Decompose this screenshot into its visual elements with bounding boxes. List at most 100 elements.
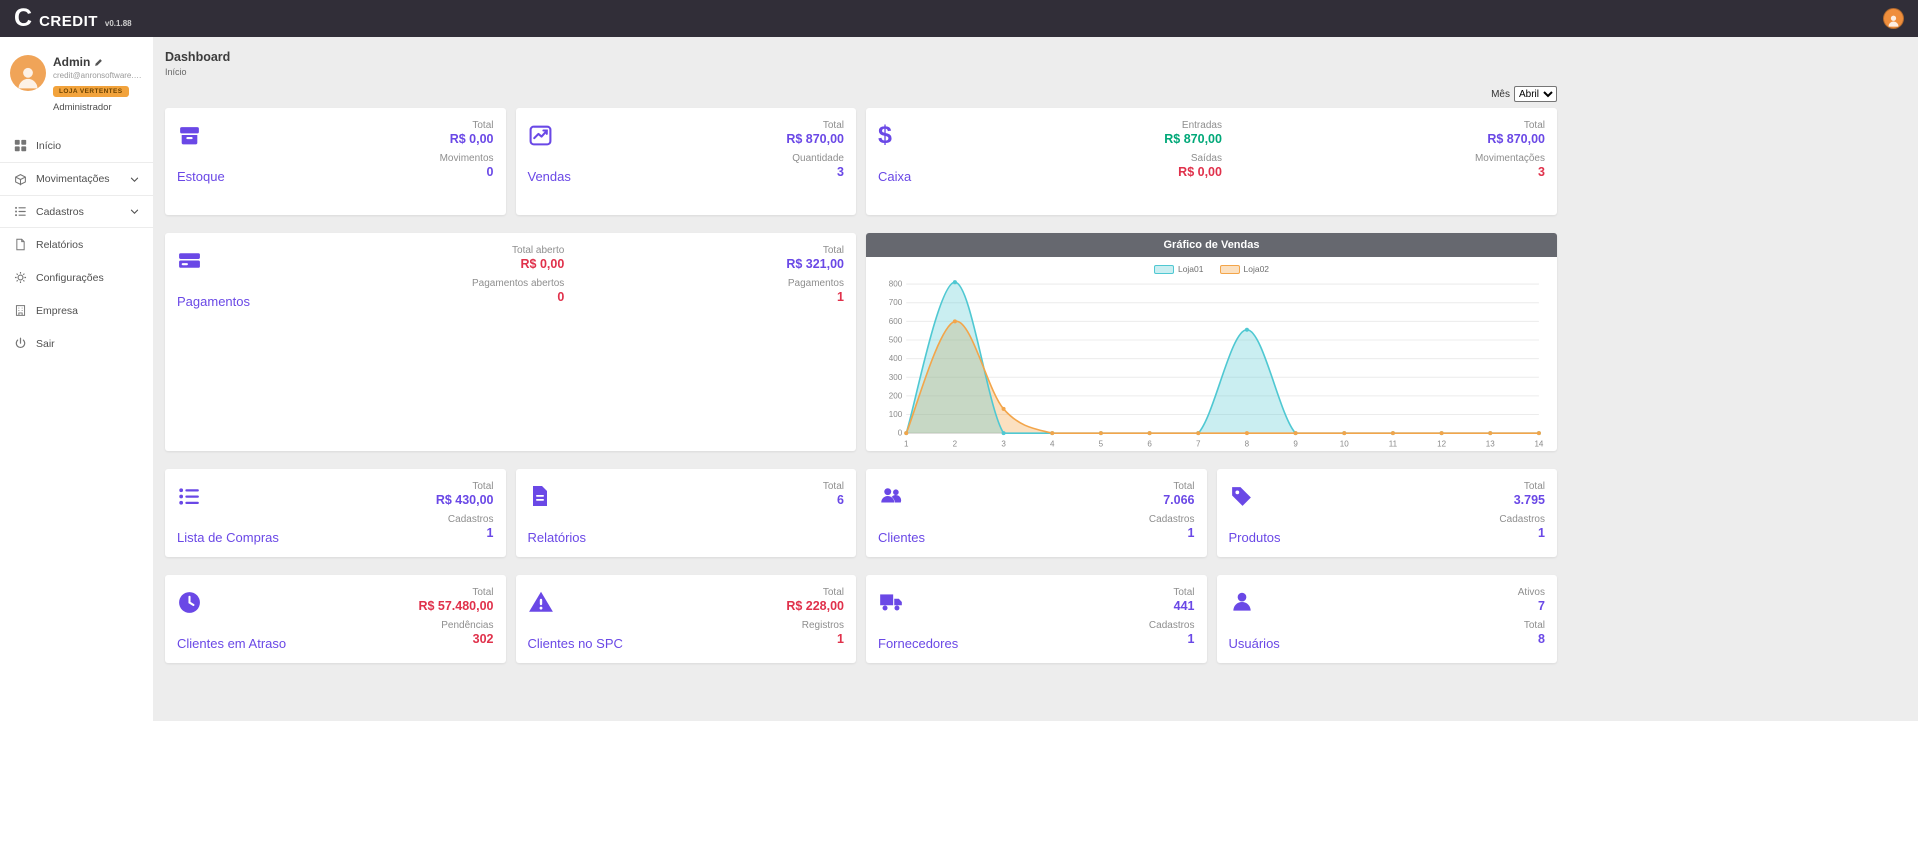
sidebar-item-inicio[interactable]: Início: [0, 129, 153, 162]
creditcard-icon: [177, 245, 250, 275]
legend-item-loja02[interactable]: Loja02: [1220, 264, 1270, 274]
stat-label: Total: [418, 587, 493, 598]
sidebar: Admin credit@anronsoftware.co... LOJA VE…: [0, 37, 153, 867]
svg-text:400: 400: [889, 354, 903, 363]
cards-row-4: Clientes em AtrasoTotalR$ 57.480,00Pendê…: [165, 575, 1557, 663]
svg-text:11: 11: [1389, 439, 1398, 448]
users-icon: [878, 481, 925, 511]
month-label: Mês: [1491, 89, 1510, 100]
stat-label: Movimentações: [1475, 153, 1545, 164]
sidebar-item-empresa[interactable]: Empresa: [0, 294, 153, 327]
stat-column: TotalR$ 870,00Quantidade3: [768, 120, 844, 179]
sidebar-item-label: Configurações: [36, 272, 104, 284]
stat-label: Pagamentos abertos: [472, 278, 564, 289]
card-title[interactable]: Produtos: [1229, 530, 1281, 545]
stat-value: 0: [440, 165, 494, 179]
sales-chart-card: Gráfico de Vendas Loja01 Loja02: [866, 233, 1557, 451]
user-name: Admin: [53, 55, 90, 69]
listsm-icon: [13, 205, 27, 218]
stat-label: Total: [1149, 481, 1195, 492]
edit-profile-icon[interactable]: [94, 58, 103, 67]
topbar: C CREDIT v0.1.88: [0, 0, 1918, 37]
dashboard-content: Dashboard Início Mês Abril EstoqueTotalR…: [153, 37, 1918, 721]
stat-value: 302: [418, 632, 493, 646]
svg-text:14: 14: [1534, 439, 1543, 448]
stat-column: Total7.066Cadastros1: [1131, 481, 1195, 540]
sidebar-item-label: Sair: [36, 338, 55, 350]
chart-icon: [528, 120, 571, 150]
svg-text:12: 12: [1437, 439, 1446, 448]
stat-label: Quantidade: [786, 153, 844, 164]
card-clientes: Clientes Total7.066Cadastros1: [866, 469, 1207, 557]
card-title[interactable]: Clientes em Atraso: [177, 636, 286, 651]
card-usuarios: UsuáriosAtivos7Total8: [1217, 575, 1558, 663]
user-icon: [1229, 587, 1280, 617]
stat-column: TotalR$ 0,00Movimentos0: [422, 120, 494, 179]
stat-value: 1: [436, 526, 494, 540]
sidebar-item-configuracoes[interactable]: Configurações: [0, 261, 153, 294]
card-title[interactable]: Usuários: [1229, 636, 1280, 651]
sales-chart-body: Loja01 Loja02 01002003004005006007008001…: [866, 257, 1557, 451]
stat-value: R$ 0,00: [472, 257, 564, 271]
card-title[interactable]: Clientes: [878, 530, 925, 545]
sidebar-item-movimentacoes[interactable]: Movimentações: [0, 162, 153, 195]
svg-text:300: 300: [889, 373, 903, 382]
stat-value: 1: [1149, 632, 1195, 646]
sidebar-item-label: Relatórios: [36, 239, 83, 251]
building-icon: [13, 304, 27, 317]
stat-value: 1: [786, 632, 844, 646]
sales-line-chart: 0100200300400500600700800123456789101112…: [876, 276, 1547, 449]
stat-label: Total: [786, 120, 844, 131]
stat-label: Total: [1518, 620, 1545, 631]
sidebar-item-cadastros[interactable]: Cadastros: [0, 195, 153, 228]
stat-value: R$ 870,00: [1164, 132, 1222, 146]
card-title[interactable]: Fornecedores: [878, 636, 958, 651]
legend-item-loja01[interactable]: Loja01: [1154, 264, 1204, 274]
stat-label: Pendências: [418, 620, 493, 631]
stat-value: 3.795: [1499, 493, 1545, 507]
card-title[interactable]: Estoque: [177, 169, 225, 184]
app-version: v0.1.88: [105, 19, 132, 28]
svg-text:5: 5: [1099, 439, 1104, 448]
stat-label: Cadastros: [1149, 620, 1195, 631]
stat-value: 7: [1518, 599, 1545, 613]
stat-column: Total3.795Cadastros1: [1481, 481, 1545, 540]
filesm-icon: [13, 238, 27, 251]
user-avatar[interactable]: [1883, 8, 1904, 29]
card-title[interactable]: Pagamentos: [177, 294, 250, 309]
month-select[interactable]: Abril: [1514, 86, 1557, 102]
stat-label: Entradas: [1164, 120, 1222, 131]
stat-label: Total: [1475, 120, 1545, 131]
stat-label: Total: [823, 481, 844, 492]
stat-label: Cadastros: [1149, 514, 1195, 525]
stat-value: 6: [823, 493, 844, 507]
card-title[interactable]: Caixa: [878, 169, 911, 184]
svg-text:1: 1: [904, 439, 909, 448]
file-icon: [528, 481, 587, 511]
legend-swatch-loja02: [1220, 265, 1240, 274]
chart-legend: Loja01 Loja02: [876, 262, 1547, 276]
stat-value: R$ 870,00: [1475, 132, 1545, 146]
breadcrumb: Início: [165, 67, 1906, 77]
card-title[interactable]: Vendas: [528, 169, 571, 184]
stat-label: Cadastros: [436, 514, 494, 525]
card-title[interactable]: Clientes no SPC: [528, 636, 623, 651]
sidebar-item-relatorios[interactable]: Relatórios: [0, 228, 153, 261]
app-logo[interactable]: C CREDIT v0.1.88: [14, 0, 132, 37]
page-title: Dashboard: [165, 50, 1906, 64]
card-title[interactable]: Lista de Compras: [177, 530, 279, 545]
stat-value: R$ 870,00: [786, 132, 844, 146]
card-vendas: VendasTotalR$ 870,00Quantidade3: [516, 108, 857, 215]
stat-label: Movimentos: [440, 153, 494, 164]
chevron-down-icon: [129, 206, 140, 217]
stat-column: EntradasR$ 870,00SaídasR$ 0,00: [1146, 120, 1222, 179]
card-pagamentos: Pagamentos Total abertoR$ 0,00 Pagamentos …: [165, 233, 856, 451]
dollar-icon: $: [878, 120, 911, 150]
stat-column: TotalR$ 870,00Movimentações3: [1457, 120, 1545, 179]
sidebar-item-sair[interactable]: Sair: [0, 327, 153, 360]
archive-icon: [177, 120, 225, 150]
power-icon: [13, 337, 27, 350]
stat-label: Total aberto: [472, 245, 564, 256]
profile-avatar[interactable]: [10, 55, 46, 91]
card-title[interactable]: Relatórios: [528, 530, 587, 545]
